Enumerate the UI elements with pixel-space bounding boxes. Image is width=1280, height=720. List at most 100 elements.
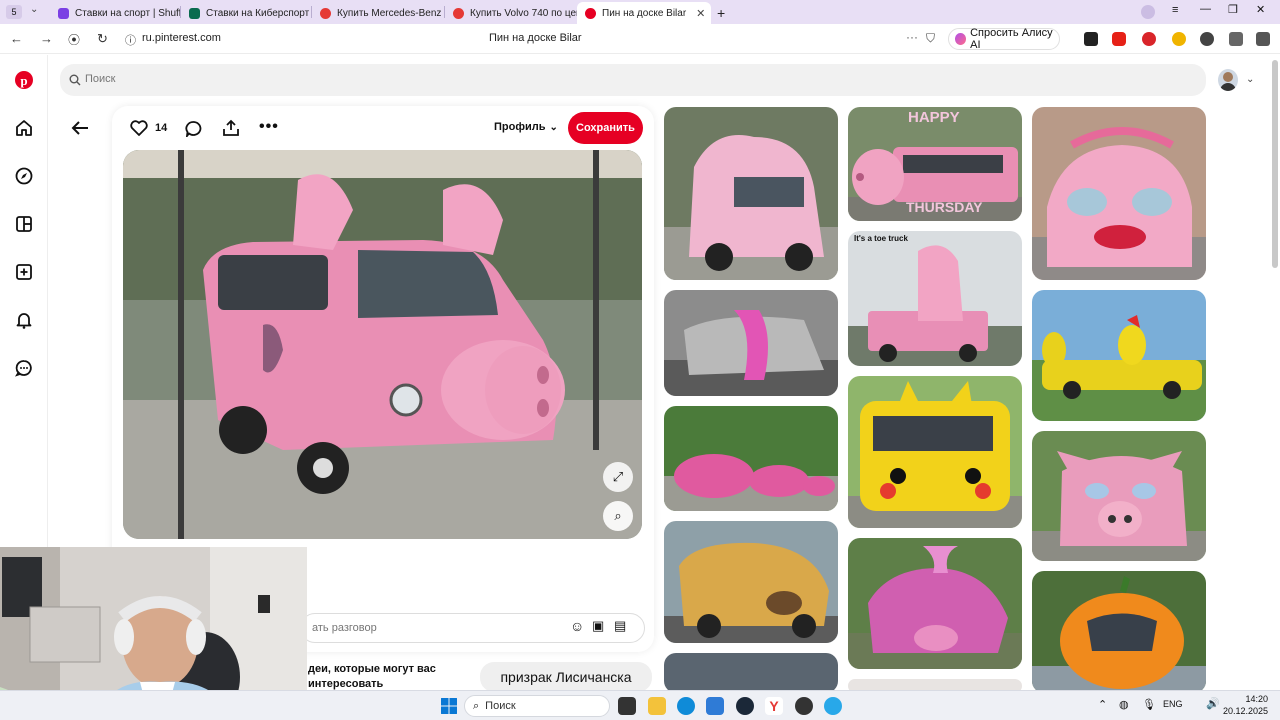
grid-caption-thursday: THURSDAY — [906, 199, 983, 215]
tab-label: Купить Volvo 740 по цене — [470, 7, 577, 19]
messages-icon[interactable] — [14, 358, 34, 378]
alice-button[interactable]: Спросить Алису AI — [948, 27, 1060, 51]
downloads-icon[interactable] — [1256, 32, 1270, 46]
clock-date[interactable]: 20.12.2025 — [1223, 706, 1268, 716]
microphone-icon[interactable]: 🎙 — [1142, 698, 1156, 711]
auto-favicon-icon — [453, 7, 464, 19]
pin-image[interactable]: ⤢ ⌕ — [123, 150, 642, 539]
task-view-icon[interactable] — [618, 697, 636, 715]
extension-icon[interactable] — [1172, 32, 1186, 46]
grid-pin-pink-bow-car[interactable] — [664, 290, 838, 396]
grid-pin-dog-van[interactable] — [664, 521, 838, 643]
grid-pin-toe-truck[interactable]: It's a toe truck — [848, 231, 1022, 366]
restore-icon[interactable]: ❐ — [1228, 3, 1238, 16]
page-scrollbar[interactable] — [1272, 60, 1278, 268]
speaker-icon[interactable]: 🔊 — [1206, 697, 1220, 710]
tab-counter[interactable]: 5 — [6, 5, 22, 19]
tab-volvo[interactable]: Купить Volvo 740 по цене — [445, 2, 577, 24]
minimize-icon[interactable]: — — [1200, 3, 1211, 15]
tray-app-icon[interactable]: ◍ — [1119, 698, 1129, 711]
adblock-icon[interactable] — [1142, 32, 1156, 46]
search-input[interactable]: Поиск — [85, 73, 115, 85]
protect-icon[interactable]: ⦿ — [68, 31, 80, 48]
more-ideas-heading: деи, которые могут вас — [308, 663, 436, 675]
related-search-chip[interactable]: призрак Лисичанска — [480, 662, 652, 692]
more-dots-icon[interactable]: ··· — [906, 30, 918, 44]
tab-label: Пин на доске Bilar — [602, 7, 687, 19]
steam-icon[interactable] — [736, 697, 754, 715]
notifications-bell-icon[interactable] — [14, 310, 34, 330]
comment-box — [300, 613, 645, 643]
more-options-icon[interactable]: ••• — [259, 118, 279, 136]
account-chevron-down-icon[interactable]: ⌄ — [1246, 74, 1254, 85]
home-icon[interactable] — [14, 118, 34, 138]
clock-time[interactable]: 14:20 — [1232, 694, 1268, 704]
boards-icon[interactable] — [14, 214, 34, 234]
extension-icon[interactable] — [1084, 32, 1098, 46]
pinterest-logo-icon[interactable]: p — [14, 70, 34, 90]
grid-caption-happy: HAPPY — [908, 109, 960, 126]
share-upload-icon[interactable] — [222, 119, 240, 137]
grid-pin-building[interactable] — [664, 653, 838, 693]
visual-search-icon[interactable]: ⌕ — [603, 501, 633, 531]
save-button[interactable]: Сохранить — [568, 112, 643, 144]
search-icon — [69, 74, 81, 86]
tray-chevron-up-icon[interactable]: ⌃ — [1098, 698, 1107, 711]
url-field[interactable]: ru.pinterest.com — [142, 32, 221, 44]
collections-icon[interactable] — [1229, 32, 1243, 46]
windows-start-icon[interactable] — [440, 697, 458, 715]
edge-icon[interactable] — [677, 697, 695, 715]
more-ideas-heading-2: интересовать — [308, 678, 384, 690]
new-tab-button[interactable]: + — [711, 2, 735, 24]
heart-icon[interactable] — [130, 120, 148, 136]
grid-pin-pig-bus[interactable]: HAPPY THURSDAY — [848, 107, 1022, 221]
tab-label: Ставки на спорт | Shuffle — [75, 7, 180, 19]
file-explorer-icon[interactable] — [648, 697, 666, 715]
tab-list-chevron-icon[interactable]: ⌄ — [30, 4, 38, 15]
browser-tab-bar: 5 ⌄ Ставки на спорт | Shuffle Ставки на … — [0, 0, 1280, 24]
back-arrow-icon[interactable] — [71, 120, 89, 136]
tab-label: Ставки на Киберспорт - С — [206, 7, 311, 19]
youtube-icon[interactable] — [1112, 32, 1126, 46]
explore-compass-icon[interactable] — [14, 166, 34, 186]
forward-arrow-icon[interactable]: → — [40, 31, 53, 46]
media-icon[interactable] — [1200, 32, 1214, 46]
grid-pin-pikachu-bus[interactable] — [848, 376, 1022, 528]
tab-cybersport[interactable]: Ставки на Киберспорт - С — [181, 2, 311, 24]
grid-pin-pig-face-truck[interactable] — [1032, 431, 1206, 561]
language-indicator[interactable]: ENG — [1163, 699, 1183, 709]
expand-icon[interactable]: ⤢ — [603, 462, 633, 492]
create-plus-icon[interactable] — [14, 262, 34, 282]
tab-pinterest-active[interactable]: Пин на доске Bilar ✕ — [577, 2, 711, 24]
grid-pin-pig-car[interactable] — [664, 107, 838, 280]
grid-pin-lashes-beetle[interactable] — [1032, 107, 1206, 280]
app-icon[interactable] — [795, 697, 813, 715]
taskbar-search[interactable]: ⌕ Поиск — [464, 695, 610, 717]
taskbar-search-label: Поиск — [485, 700, 516, 712]
avatar[interactable] — [1218, 69, 1238, 91]
comment-icon[interactable] — [185, 120, 203, 137]
page-title: Пин на доске Bilar — [489, 32, 582, 44]
site-info-icon[interactable]: ⓘ — [125, 32, 136, 48]
grid-pin-pumpkin-car[interactable] — [1032, 571, 1206, 693]
grid-pin-pink-bow-beetle[interactable] — [848, 538, 1022, 669]
telegram-icon[interactable] — [824, 697, 842, 715]
grid-pin-chicken-car[interactable] — [1032, 290, 1206, 421]
close-tab-icon[interactable]: ✕ — [696, 7, 705, 20]
bookmark-icon[interactable]: ⛉ — [926, 31, 935, 46]
grid-pin-pig-cars[interactable] — [664, 406, 838, 511]
alice-label: Спросить Алису AI — [970, 27, 1053, 51]
reload-icon[interactable]: ↻ — [97, 31, 108, 47]
profile-dropdown[interactable]: Профиль ⌄ — [494, 121, 558, 133]
tab-shuffle[interactable]: Ставки на спорт | Shuffle — [50, 2, 180, 24]
alice-icon — [955, 33, 967, 45]
close-window-icon[interactable]: ✕ — [1256, 3, 1265, 16]
menu-icon[interactable]: ≡ — [1172, 4, 1178, 16]
profile-icon[interactable] — [1141, 5, 1155, 19]
search-bar[interactable]: Поиск — [60, 64, 1206, 96]
tab-mercedes[interactable]: Купить Mercedes-Benz по — [312, 2, 444, 24]
back-arrow-icon[interactable]: ← — [10, 31, 23, 46]
store-icon[interactable] — [706, 697, 724, 715]
yandex-browser-icon[interactable]: Y — [765, 697, 783, 715]
shuffle-favicon-icon — [58, 7, 69, 19]
